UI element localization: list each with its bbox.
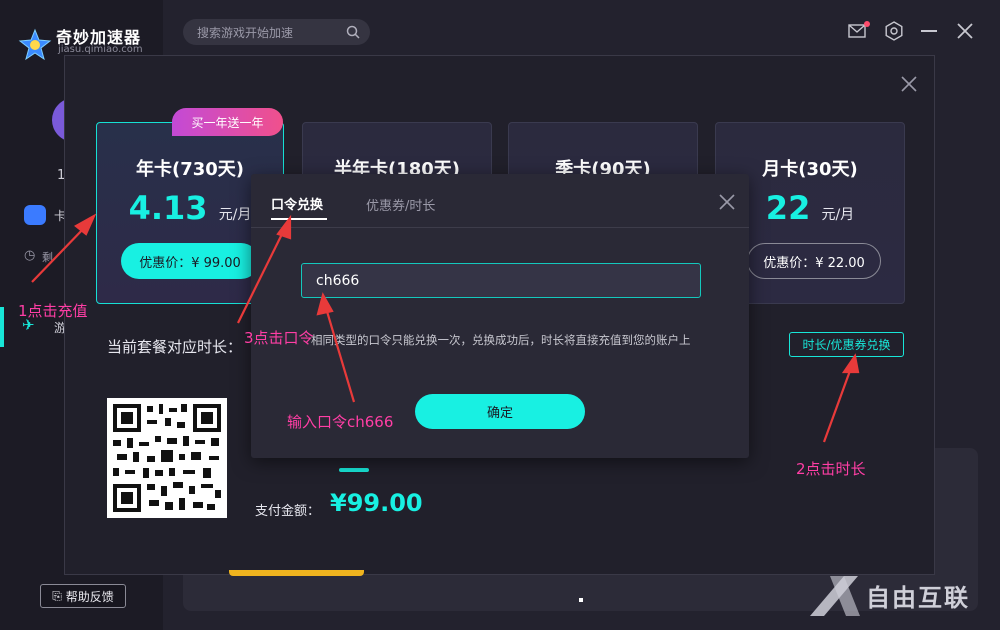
search-placeholder[interactable]: 搜索游戏开始加速 xyxy=(197,24,346,41)
plan-discount-button[interactable]: 优惠价：¥ 99.00 xyxy=(121,243,259,279)
feedback-icon: ⎘ xyxy=(52,588,62,603)
plan-price-value: 22 xyxy=(765,189,811,227)
code-input[interactable] xyxy=(301,263,701,298)
notification-dot xyxy=(864,21,870,27)
active-tab-underline xyxy=(271,218,327,220)
annotation-step-4: 输入口令ch666 xyxy=(287,413,394,431)
promo-badge: 买一年送一年 xyxy=(172,108,283,136)
duration-label: 当前套餐对应时长： xyxy=(107,338,243,356)
search-icon[interactable] xyxy=(346,25,360,39)
plan-price-unit: 元/月 xyxy=(821,207,855,223)
gear-icon[interactable] xyxy=(884,21,904,41)
help-feedback-label: 帮助反馈 xyxy=(65,589,114,604)
remaining-time-label: 剩 xyxy=(42,251,53,264)
card-icon xyxy=(24,205,46,225)
close-window-icon[interactable] xyxy=(956,22,974,40)
redeem-duration-coupon-button[interactable]: 时长/优惠券兑换 xyxy=(789,332,904,357)
tabs-divider xyxy=(251,227,749,228)
banner-strip xyxy=(229,570,364,576)
plan-discount-button[interactable]: 优惠价：¥ 22.00 xyxy=(747,243,881,279)
tab-coupon-duration[interactable]: 优惠券/时长 xyxy=(366,195,435,214)
confirm-button[interactable]: 确定 xyxy=(415,394,585,429)
code-redeem-note: 相同类型的口令只能兑换一次，兑换成功后，时长将直接充值到您的账户上 xyxy=(311,333,691,347)
search-box[interactable]: 搜索游戏开始加速 xyxy=(183,19,370,45)
app-logo-star-icon xyxy=(18,28,52,61)
payment-amount: ¥99.00 xyxy=(330,489,423,517)
payment-method-tab-indicator xyxy=(339,468,369,472)
cursor-dot xyxy=(579,598,583,602)
annotation-step-1: 1点击充值 xyxy=(18,302,88,320)
plan-price-unit: 元/月 xyxy=(218,207,252,223)
sidebar-active-indicator xyxy=(0,307,4,347)
payment-qr-code xyxy=(107,398,227,518)
help-feedback-button[interactable]: ⎘ 帮助反馈 xyxy=(40,584,126,608)
close-icon[interactable] xyxy=(901,76,917,92)
payment-amount-label: 支付金额： xyxy=(255,504,321,519)
tab-code-redeem[interactable]: 口令兑换 xyxy=(271,194,323,213)
app-domain: jiasu.qimiao.com xyxy=(58,44,143,55)
plan-price-value: 4.13 xyxy=(128,189,208,227)
close-icon[interactable] xyxy=(719,194,735,210)
annotation-step-2: 2点击时长 xyxy=(796,460,866,478)
annotation-step-3: 3点击口令 xyxy=(244,329,314,347)
watermark-text: 自由互联 xyxy=(866,584,970,612)
minimize-icon[interactable] xyxy=(921,30,937,32)
clock-icon: ◷ xyxy=(24,248,36,263)
